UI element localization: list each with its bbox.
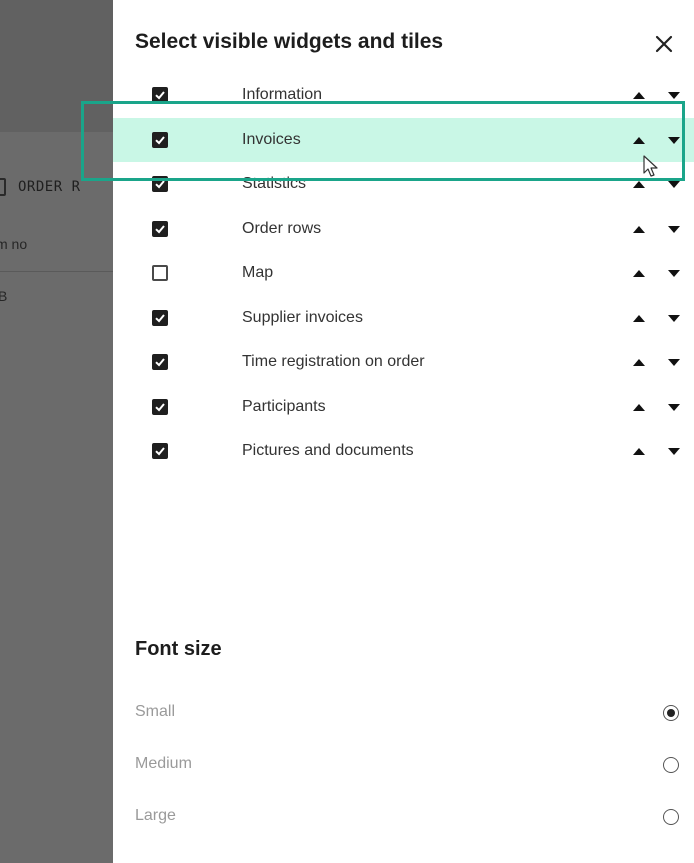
widget-label: Information bbox=[242, 86, 323, 103]
widget-label: Invoices bbox=[242, 131, 301, 148]
move-down-arrow-icon[interactable] bbox=[668, 225, 680, 233]
background-topbar bbox=[0, 0, 113, 132]
background-divider bbox=[0, 271, 113, 272]
widget-checkbox[interactable] bbox=[152, 265, 168, 281]
checkmark-icon bbox=[155, 314, 165, 323]
move-up-arrow-icon[interactable] bbox=[633, 269, 645, 277]
background-column-header: m no bbox=[0, 236, 28, 252]
move-down-arrow-icon[interactable] bbox=[668, 358, 680, 366]
move-down-arrow-icon[interactable] bbox=[668, 447, 680, 455]
checkmark-icon bbox=[155, 180, 165, 189]
widget-label: Statistics bbox=[242, 175, 307, 192]
widget-checkbox[interactable] bbox=[152, 221, 168, 237]
move-up-arrow-icon[interactable] bbox=[633, 136, 645, 144]
widget-checkbox[interactable] bbox=[152, 310, 168, 326]
checkmark-icon bbox=[155, 136, 165, 145]
move-up-arrow-icon[interactable] bbox=[633, 403, 645, 411]
background-cell-value: B bbox=[0, 288, 8, 304]
checkmark-icon bbox=[155, 403, 165, 412]
font-size-label: Large bbox=[135, 807, 176, 824]
background-tab-label: ORDER R bbox=[18, 179, 81, 195]
move-up-arrow-icon[interactable] bbox=[633, 180, 645, 188]
move-up-arrow-icon[interactable] bbox=[633, 225, 645, 233]
font-size-title: Font size bbox=[135, 638, 222, 660]
font-size-option: Large bbox=[113, 799, 694, 835]
background-order-tab: ORDER R bbox=[0, 172, 113, 202]
widget-checkbox[interactable] bbox=[152, 132, 168, 148]
move-down-arrow-icon[interactable] bbox=[668, 314, 680, 322]
move-up-arrow-icon[interactable] bbox=[633, 91, 645, 99]
widget-checkbox[interactable] bbox=[152, 399, 168, 415]
widget-row: Time registration on order bbox=[113, 340, 694, 384]
font-size-label: Small bbox=[135, 703, 176, 720]
move-down-arrow-icon[interactable] bbox=[668, 269, 680, 277]
move-up-arrow-icon[interactable] bbox=[633, 447, 645, 455]
font-size-radio[interactable] bbox=[663, 757, 679, 773]
mouse-cursor-icon bbox=[643, 155, 658, 177]
background-app: ORDER R m no B bbox=[0, 0, 113, 863]
widget-row: Participants bbox=[113, 385, 694, 429]
checkmark-icon bbox=[155, 358, 165, 367]
close-icon bbox=[655, 35, 673, 53]
move-down-arrow-icon[interactable] bbox=[668, 136, 680, 144]
close-button[interactable] bbox=[650, 30, 678, 58]
widget-checkbox[interactable] bbox=[152, 87, 168, 103]
font-size-option: Medium bbox=[113, 747, 694, 783]
widget-row: Pictures and documents bbox=[113, 429, 694, 473]
move-down-arrow-icon[interactable] bbox=[668, 403, 680, 411]
font-size-radio[interactable] bbox=[663, 705, 679, 721]
widget-label: Map bbox=[242, 264, 274, 281]
widget-label: Supplier invoices bbox=[242, 309, 363, 326]
document-icon bbox=[0, 178, 6, 196]
move-up-arrow-icon[interactable] bbox=[633, 358, 645, 366]
font-size-radio[interactable] bbox=[663, 809, 679, 825]
widget-checkbox[interactable] bbox=[152, 354, 168, 370]
widget-label: Time registration on order bbox=[242, 353, 425, 370]
font-size-label: Medium bbox=[135, 755, 192, 772]
widget-row: Supplier invoices bbox=[113, 296, 694, 340]
checkmark-icon bbox=[155, 447, 165, 456]
move-up-arrow-icon[interactable] bbox=[633, 314, 645, 322]
widget-label: Participants bbox=[242, 398, 326, 415]
checkmark-icon bbox=[155, 91, 165, 100]
widget-label: Pictures and documents bbox=[242, 442, 414, 459]
checkmark-icon bbox=[155, 225, 165, 234]
move-down-arrow-icon[interactable] bbox=[668, 180, 680, 188]
font-size-option: Small bbox=[113, 695, 694, 731]
widget-row: Invoices bbox=[113, 118, 694, 162]
widget-checkbox[interactable] bbox=[152, 176, 168, 192]
move-down-arrow-icon[interactable] bbox=[668, 91, 680, 99]
widget-row: Order rows bbox=[113, 207, 694, 251]
panel-title: Select visible widgets and tiles bbox=[135, 30, 444, 53]
widget-settings-panel: Select visible widgets and tiles Informa… bbox=[113, 0, 694, 863]
widget-checkbox[interactable] bbox=[152, 443, 168, 459]
widget-row: Map bbox=[113, 251, 694, 295]
widget-row: Information bbox=[113, 73, 694, 117]
widget-row: Statistics bbox=[113, 162, 694, 206]
widget-label: Order rows bbox=[242, 220, 322, 237]
